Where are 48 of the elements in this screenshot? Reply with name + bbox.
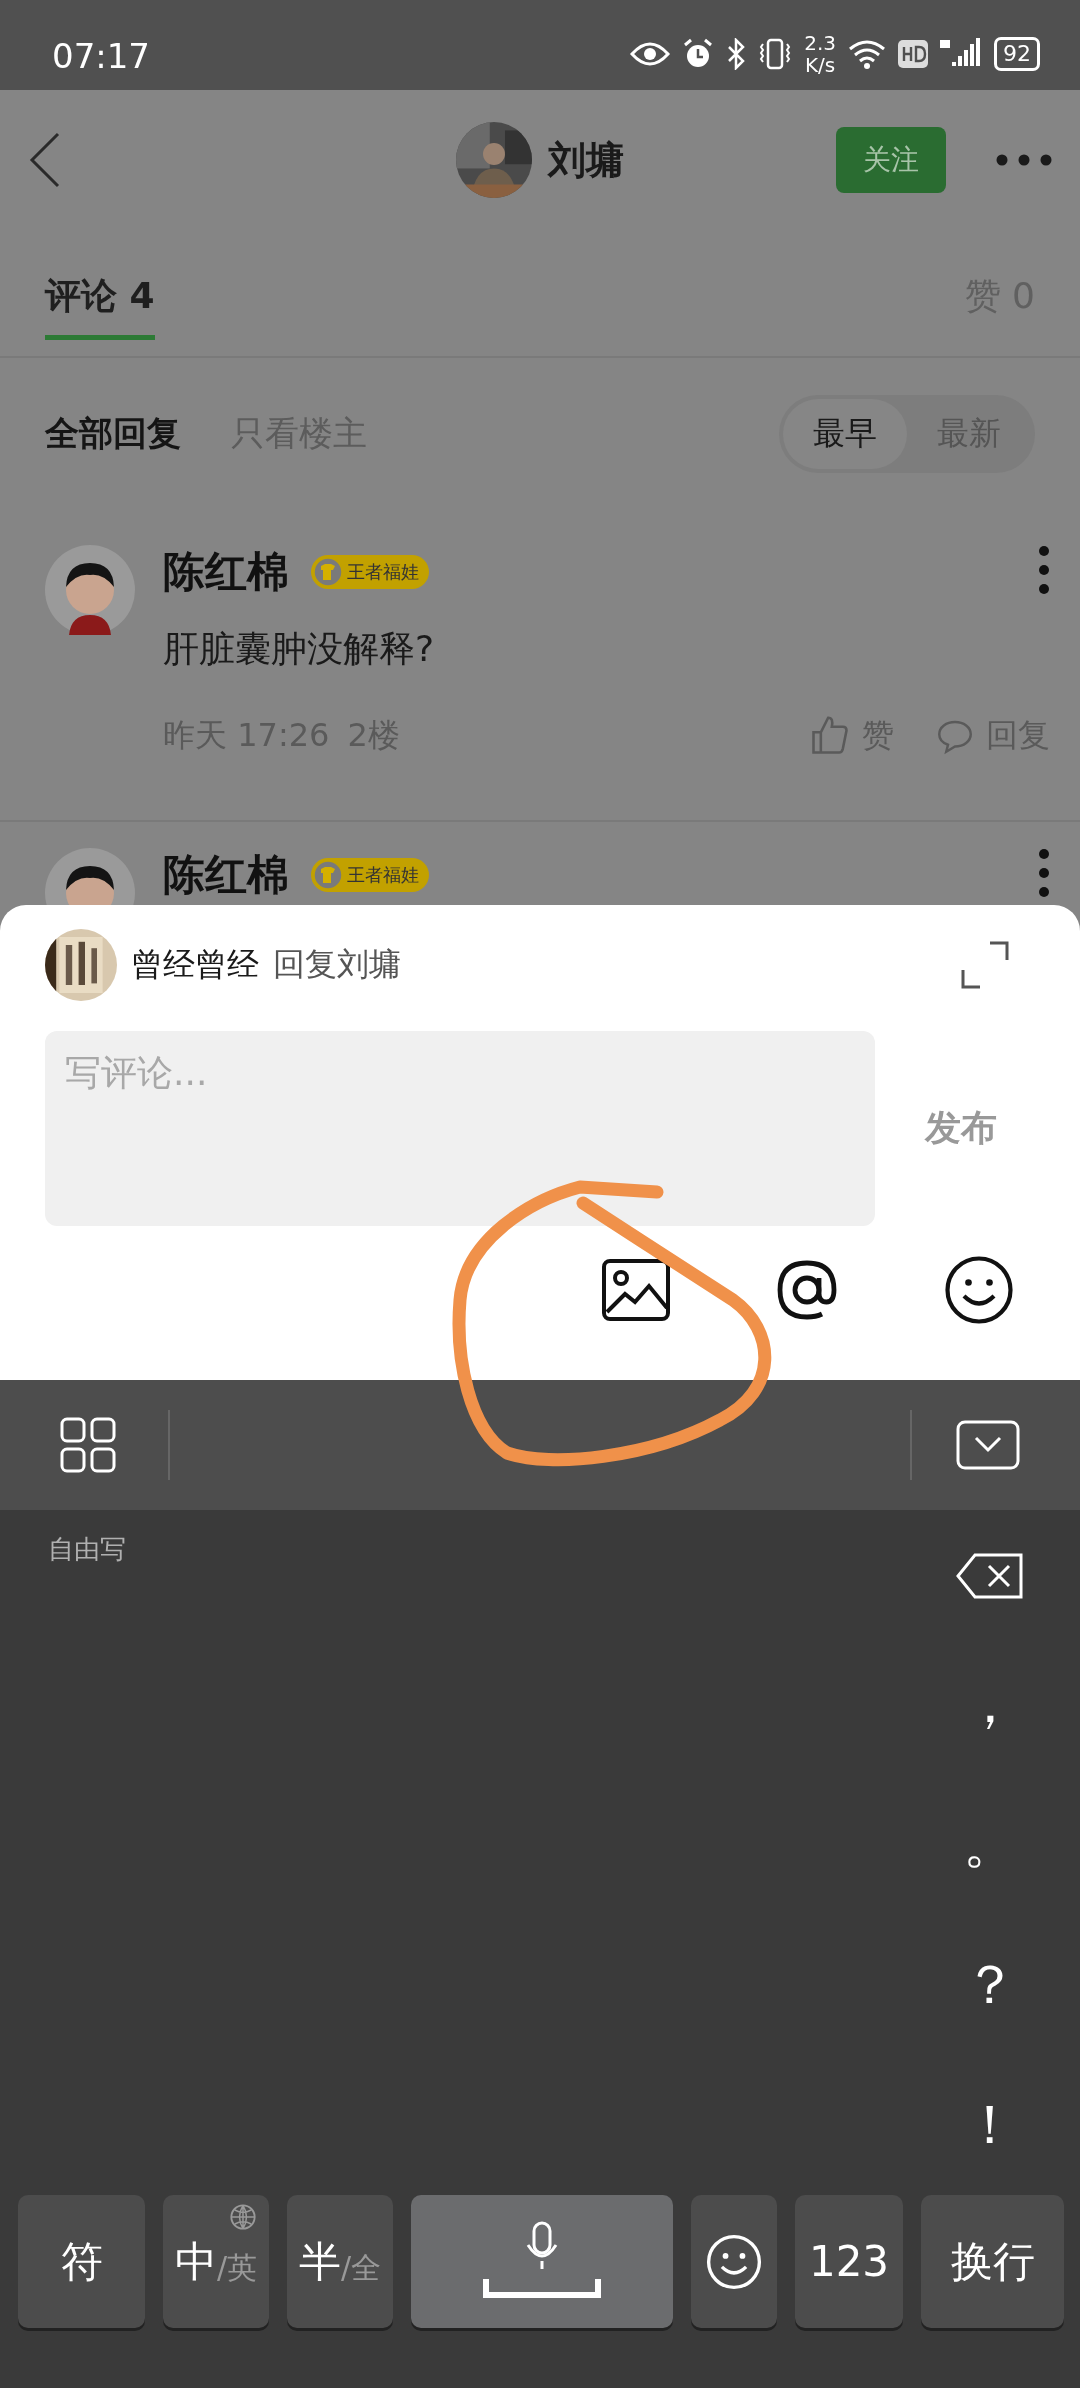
wifi-icon	[848, 39, 886, 69]
punctuation-key[interactable]: ，	[963, 1667, 1017, 1741]
punctuation-key[interactable]: ！	[963, 2089, 1017, 2162]
handwriting-mode-label: 自由写	[48, 1533, 126, 1566]
comment-text: 肝脏囊肿没解释?	[163, 627, 436, 671]
author-name: 刘墉	[548, 136, 624, 184]
more-icon[interactable]	[1038, 848, 1050, 898]
more-icon[interactable]	[996, 154, 1052, 166]
reply-target: 回复刘墉	[273, 944, 401, 985]
keyboard-collapse-icon[interactable]	[956, 1420, 1020, 1470]
keyboard-key[interactable]: 换行	[921, 2195, 1064, 2328]
punctuation-key[interactable]: 。	[963, 1808, 1017, 1881]
keyboard-key[interactable]: 符	[18, 2195, 145, 2328]
network-speed-unit: K/s	[804, 54, 836, 76]
emoji-key[interactable]	[691, 2195, 777, 2328]
follow-button[interactable]: 关注	[836, 127, 946, 193]
filter-option[interactable]: 全部回复	[45, 411, 181, 457]
battery-level: 92	[994, 37, 1040, 71]
eye-icon	[630, 40, 671, 68]
space-key[interactable]	[411, 2195, 673, 2328]
back-icon[interactable]	[28, 130, 62, 190]
publish-button[interactable]: 发布	[875, 1103, 1080, 1154]
punctuation-key[interactable]: ？	[963, 1948, 1017, 2022]
grid-menu-icon[interactable]	[60, 1417, 116, 1473]
avatar-icon	[45, 545, 135, 635]
hd-icon	[898, 40, 928, 68]
current-user-name: 曾经曾经	[131, 944, 259, 985]
comment-input[interactable]: 写评论...	[45, 1031, 875, 1226]
bluetooth-icon	[726, 38, 747, 70]
more-icon[interactable]	[1038, 545, 1050, 595]
badge-label: 王者福娃	[347, 863, 419, 887]
network-speed: 2.3	[804, 32, 836, 54]
backspace-icon[interactable]	[955, 1552, 1025, 1600]
keyboard-key[interactable]: 半/全	[287, 2195, 393, 2328]
smiley-icon	[705, 2232, 763, 2291]
status-time: 07:17	[52, 36, 150, 76]
sort-option[interactable]: 最早	[783, 399, 907, 469]
expand-icon[interactable]	[960, 940, 1010, 990]
badge-label: 王者福娃	[347, 560, 419, 584]
keyboard-key[interactable]: 123	[795, 2195, 903, 2328]
commenter-name: 陈红棉	[163, 548, 289, 596]
commenter-name: 陈红棉	[163, 851, 289, 899]
image-icon[interactable]	[601, 1258, 671, 1322]
keyboard-key[interactable]: 中/英	[163, 2195, 269, 2328]
alarm-icon	[682, 38, 715, 70]
tab[interactable]: 评论 4	[45, 271, 155, 340]
vibrate-icon	[758, 38, 793, 70]
emoji-icon[interactable]	[943, 1254, 1015, 1326]
